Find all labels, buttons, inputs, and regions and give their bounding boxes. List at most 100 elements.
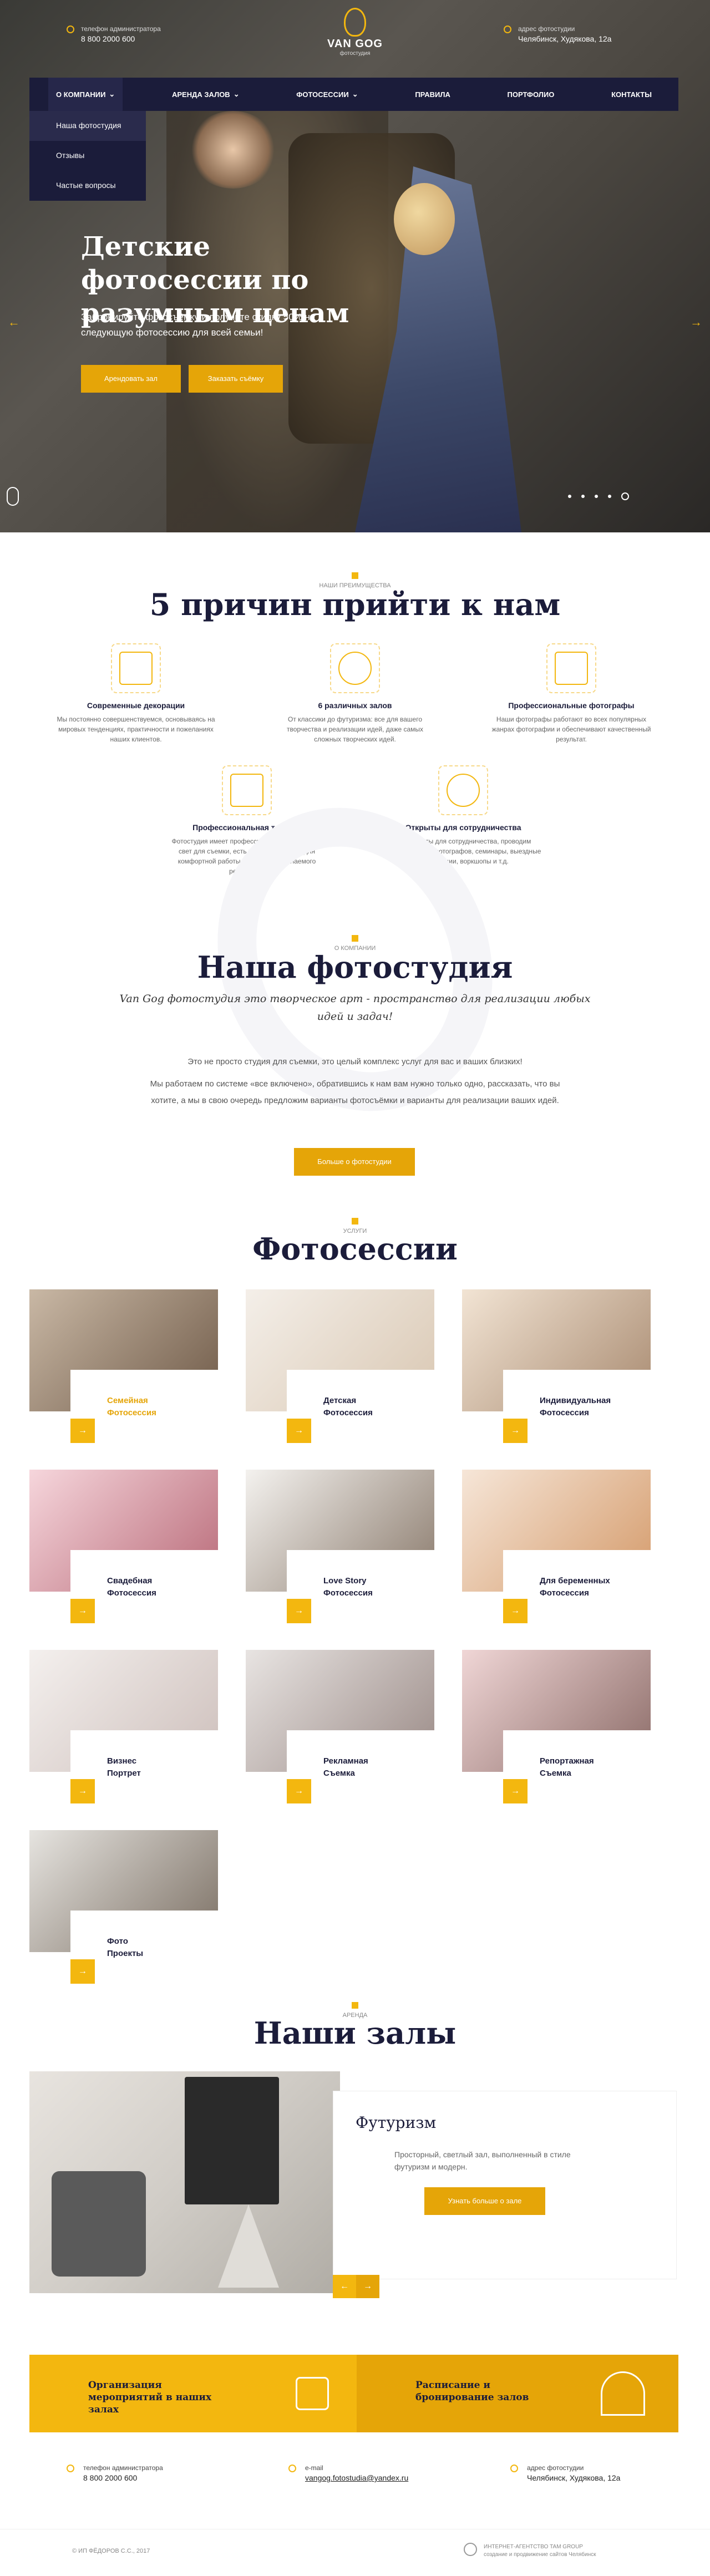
nav-item-rules[interactable]: Правила xyxy=(407,78,458,111)
scroll-mouse-icon[interactable] xyxy=(7,487,19,506)
slider-dot[interactable] xyxy=(608,495,611,498)
phone-icon xyxy=(67,26,74,33)
chevron-down-icon: ⌄ xyxy=(109,90,115,98)
handshake-icon xyxy=(438,765,488,815)
mail-icon xyxy=(288,2465,296,2472)
service-tile[interactable]: Семейная Фотосессия → xyxy=(29,1289,226,1445)
service-tile[interactable]: Love Story Фотосессия → xyxy=(246,1470,442,1625)
service-tile[interactable]: Визнес Портрет → xyxy=(29,1650,226,1805)
dropdown-item-reviews[interactable]: Отзывы xyxy=(29,141,146,171)
chevron-down-icon: ⌄ xyxy=(352,90,358,98)
arrow-right-icon[interactable]: → xyxy=(70,1959,95,1984)
nav-item-portfolio[interactable]: Портфолио xyxy=(500,78,562,111)
site-logo[interactable]: VAN GOG фотостудия xyxy=(311,8,399,57)
nav-label: Портфолио xyxy=(507,90,555,99)
arrow-right-icon[interactable]: → xyxy=(287,1419,311,1443)
service-tile[interactable]: Фото Проекты → xyxy=(29,1830,226,1985)
hero-text: Забронируйте фотосъёмку и получите скидк… xyxy=(81,312,316,338)
agency-credits[interactable]: ИНТЕРНЕТ-АГЕНТСТВО TAM GROUP создание и … xyxy=(484,2543,596,2559)
slider-dot[interactable] xyxy=(621,492,629,500)
hall-photo xyxy=(29,2071,340,2293)
arrow-right-icon[interactable]: → xyxy=(503,1779,528,1803)
header-address-label: адрес фотостудии xyxy=(518,25,575,33)
hero-model-head xyxy=(394,183,455,255)
advantage-name: Современные декорации xyxy=(87,701,185,710)
hall-card: Футуризм Просторный, светлый зал, выполн… xyxy=(333,2091,677,2279)
nav-item-photosessions[interactable]: Фотосессии ⌄ xyxy=(288,78,366,111)
dropdown-item-studio[interactable]: Наша фотостудия xyxy=(29,111,146,141)
slider-dot[interactable] xyxy=(595,495,598,498)
footer-contacts: телефон администратора 8 800 2000 600 e-… xyxy=(0,2457,710,2512)
service-name: Визнес xyxy=(107,1756,137,1766)
halls-icon xyxy=(330,643,380,693)
hall-slider-nav: ← → xyxy=(333,2275,379,2298)
service-name: Love Story xyxy=(323,1576,367,1586)
slider-dot[interactable] xyxy=(568,495,571,498)
service-name-sub: Проекты xyxy=(107,1949,144,1958)
hero-buttons: Арендовать зал Заказать съёмку xyxy=(81,365,283,393)
agency-logo-icon[interactable] xyxy=(464,2543,477,2556)
hall-next-arrow-icon[interactable]: → xyxy=(356,2275,379,2298)
service-name-sub: Портрет xyxy=(107,1769,141,1778)
events-banner-text: Организация мероприятий в наших залах xyxy=(88,2380,212,2415)
nav-label: Аренда залов xyxy=(172,90,230,99)
footer-phone-number[interactable]: 8 800 2000 600 xyxy=(83,2472,163,2483)
arrow-right-icon[interactable]: → xyxy=(287,1779,311,1803)
order-shoot-button[interactable]: Заказать съёмку xyxy=(189,365,283,393)
agency-tagline: создание и продвижение сайтов Челябинск xyxy=(484,2552,596,2558)
copyright: © ИП ФЁДОРОВ С.С., 2017 xyxy=(72,2548,150,2554)
slider-next-arrow-icon[interactable]: → xyxy=(690,316,702,328)
schedule-banner-text: Расписание и бронирование залов xyxy=(415,2380,529,2403)
advantage-item: Профессиональные фотографы Наши фотограф… xyxy=(491,643,652,744)
footer-address: адрес фотостудии Челябинск, Худякова, 12… xyxy=(510,2463,620,2483)
footer-email-link[interactable]: vangog.fotostudia@yandex.ru xyxy=(305,2472,408,2483)
nav-label: Правила xyxy=(415,90,450,99)
header-phone-label: телефон администратора xyxy=(81,25,161,33)
header-phone: телефон администратора 8 800 2000 600 xyxy=(67,24,161,44)
services-title: Фотосессии xyxy=(252,1231,458,1267)
service-tile[interactable]: Индивидуальная Фотосессия → xyxy=(462,1289,658,1445)
about-lead: Van Gog фотостудия это творческое арт - … xyxy=(119,993,591,1023)
arrow-right-icon[interactable]: → xyxy=(70,1779,95,1803)
service-tile[interactable]: Для беременных Фотосессия → xyxy=(462,1470,658,1625)
more-about-button[interactable]: Больше о фотостудии xyxy=(294,1148,415,1176)
service-tile[interactable]: Репортажная Съемка → xyxy=(462,1650,658,1805)
logo-mark-icon xyxy=(344,8,366,37)
service-name-sub: Съемка xyxy=(323,1769,355,1778)
nav-item-contacts[interactable]: Контакты xyxy=(604,78,660,111)
slider-prev-arrow-icon[interactable]: ← xyxy=(8,316,20,328)
footer-phone-label: телефон администратора xyxy=(83,2464,163,2472)
service-tile[interactable]: Рекламная Съемка → xyxy=(246,1650,442,1805)
arrow-right-icon[interactable]: → xyxy=(287,1599,311,1623)
rent-hall-button[interactable]: Арендовать зал xyxy=(81,365,181,393)
about-paragraph: Мы работаем по системе «все включено», о… xyxy=(150,1079,560,1105)
header-phone-number[interactable]: 8 800 2000 600 xyxy=(81,33,161,44)
service-tile[interactable]: Детская Фотосессия → xyxy=(246,1289,442,1445)
slider-dot[interactable] xyxy=(581,495,585,498)
header-address: адрес фотостудии Челябинск, Худякова, 12… xyxy=(504,24,611,44)
hall-prev-arrow-icon[interactable]: ← xyxy=(333,2275,356,2298)
service-name: Свадебная xyxy=(107,1576,153,1586)
main-nav: О компании ⌄ Аренда залов ⌄ Фотосессии ⌄ Пр… xyxy=(29,78,678,111)
service-name: Семейная xyxy=(107,1396,148,1405)
arrow-right-icon[interactable]: → xyxy=(70,1419,95,1443)
arrow-right-icon[interactable]: → xyxy=(503,1419,528,1443)
service-tile[interactable]: Свадебная Фотосессия → xyxy=(29,1470,226,1625)
hero-flowers xyxy=(189,111,277,189)
light-icon xyxy=(222,765,272,815)
footer-phone: телефон администратора 8 800 2000 600 xyxy=(67,2463,163,2483)
hall-name: Футуризм xyxy=(356,2113,437,2132)
footer-email: e-mail vangog.fotostudia@yandex.ru xyxy=(288,2463,408,2483)
service-name-sub: Фотосессия xyxy=(323,1408,373,1417)
decor-icon xyxy=(111,643,161,693)
schedule-banner[interactable]: Расписание и бронирование залов xyxy=(357,2355,678,2432)
hall-more-button[interactable]: Узнать больше о зале xyxy=(424,2187,545,2215)
slider-dots xyxy=(568,492,629,500)
dropdown-item-faq[interactable]: Частые вопросы xyxy=(29,171,146,201)
nav-item-about[interactable]: О компании ⌄ xyxy=(48,78,123,111)
location-icon xyxy=(510,2465,518,2472)
events-banner[interactable]: Организация мероприятий в наших залах xyxy=(29,2355,357,2432)
arrow-right-icon[interactable]: → xyxy=(503,1599,528,1623)
nav-item-halls[interactable]: Аренда залов ⌄ xyxy=(164,78,247,111)
arrow-right-icon[interactable]: → xyxy=(70,1599,95,1623)
